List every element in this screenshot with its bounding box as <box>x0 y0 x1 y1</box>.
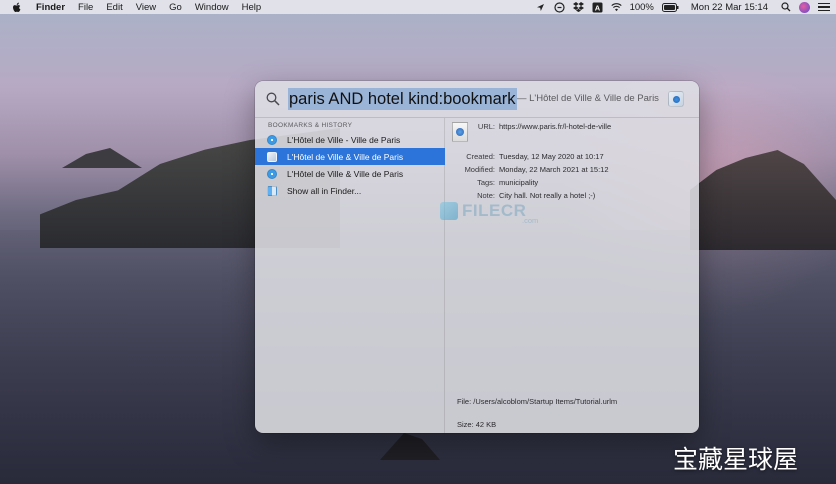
section-header-bookmarks: BOOKMARKS & HISTORY <box>268 122 353 129</box>
wifi-icon[interactable] <box>610 2 622 13</box>
safari-icon <box>267 134 277 145</box>
meta-modified: Modified: Monday, 22 March 2021 at 15:12 <box>464 165 609 174</box>
menu-finder[interactable]: Finder <box>36 2 65 13</box>
link-icon[interactable] <box>553 1 565 13</box>
search-icon[interactable] <box>780 2 791 13</box>
result-label: L'Hôtel de Ville & Ville de Paris <box>287 151 404 162</box>
finder-icon <box>267 185 277 196</box>
corner-brand-text: 宝藏星球屋 <box>673 445 799 474</box>
keyboard-input-icon[interactable]: A <box>592 2 603 13</box>
magnifier-icon <box>266 92 280 106</box>
result-label: L'Hôtel de Ville & Ville de Paris <box>287 168 404 179</box>
spotlight-search-bar[interactable]: paris AND hotel kind:bookmark — L'Hôtel … <box>255 81 699 118</box>
meta-tags: Tags: municipality <box>477 178 539 187</box>
result-label: Show all in Finder... <box>287 185 362 196</box>
battery-percent: 100% <box>629 1 654 13</box>
bookmark-file-icon <box>267 151 277 162</box>
menu-edit[interactable]: Edit <box>106 2 122 13</box>
preview-pane: URL: https://www.paris.fr/l-hotel-de-vil… <box>445 118 699 433</box>
menu-help[interactable]: Help <box>242 2 262 13</box>
location-arrow-icon[interactable] <box>535 2 546 13</box>
result-label: L'Hôtel de Ville - Ville de Paris <box>287 134 401 145</box>
filecr-logo-icon <box>440 202 458 220</box>
menubar: Finder File Edit View Go Window Help A 1… <box>0 0 836 14</box>
menu-window[interactable]: Window <box>195 2 229 13</box>
meta-url: URL: https://www.paris.fr/l-hotel-de-vil… <box>477 122 612 131</box>
meta-created: Created: Tuesday, 12 May 2020 at 10:17 <box>466 152 604 161</box>
meta-file-path: File: /Users/alcoblom/Startup Items/Tuto… <box>457 397 618 406</box>
bookmark-app-icon <box>668 91 684 107</box>
wallpaper-island-small <box>62 148 142 168</box>
search-input[interactable]: paris AND hotel kind:bookmark <box>288 88 517 110</box>
show-all-in-finder[interactable]: Show all in Finder... <box>255 182 445 199</box>
menu-file[interactable]: File <box>78 2 93 13</box>
spotlight-window: paris AND hotel kind:bookmark — L'Hôtel … <box>255 81 699 433</box>
result-item[interactable]: L'Hôtel de Ville & Ville de Paris <box>255 165 445 182</box>
results-list: BOOKMARKS & HISTORY L'Hôtel de Ville - V… <box>255 118 445 433</box>
filecr-watermark: FILECR .com <box>440 201 538 225</box>
result-item[interactable]: L'Hôtel de Ville - Ville de Paris <box>255 131 445 148</box>
control-center-icon[interactable] <box>818 2 830 12</box>
menu-view[interactable]: View <box>136 2 156 13</box>
menu-go[interactable]: Go <box>169 2 182 13</box>
meta-note: Note: City hall. Not really a hotel ;-) <box>477 191 596 200</box>
meta-size: Size: 42 KB <box>457 420 497 429</box>
battery-icon[interactable] <box>661 2 679 13</box>
safari-icon <box>267 168 277 179</box>
apple-icon[interactable] <box>12 2 22 13</box>
search-hint: — L'Hôtel de Ville & Ville de Paris <box>517 93 659 104</box>
svg-text:A: A <box>594 3 600 12</box>
clock[interactable]: Mon 22 Mar 15:14 <box>691 2 768 13</box>
avatar[interactable] <box>799 1 810 13</box>
status-area: A 100% Mon 22 Mar 15:14 <box>535 1 830 13</box>
dropbox-icon[interactable] <box>572 2 584 13</box>
result-item-selected[interactable]: L'Hôtel de Ville & Ville de Paris <box>255 148 445 165</box>
